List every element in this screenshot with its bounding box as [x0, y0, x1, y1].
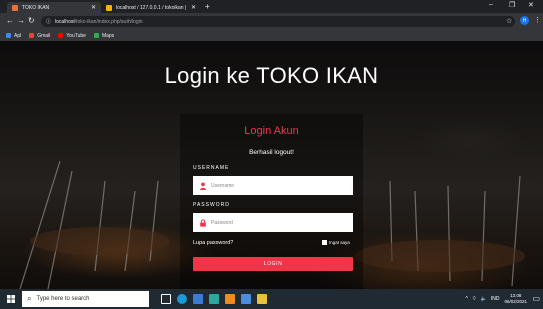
password-label: PASSWORD	[193, 202, 230, 208]
windows-taskbar: ⌕ Type here to search ^ ⌔ 🔈 IND 13.08 06…	[0, 289, 543, 309]
close-tab-icon[interactable]: ✕	[191, 4, 196, 11]
gmail-icon	[29, 33, 35, 38]
profile-avatar[interactable]: H	[520, 16, 529, 25]
logout-message: Berhasil logout!	[249, 149, 294, 156]
bookmark-star-icon[interactable]: ☆	[506, 17, 512, 25]
url-field[interactable]: ⓘ localhost /toko-ikan/index.php/auth/lo…	[41, 16, 515, 27]
url-path: /toko-ikan/index.php/auth/login	[74, 18, 143, 25]
bookmark-label: Maps	[101, 32, 115, 39]
tab-title: TOKO IKAN	[22, 4, 50, 11]
address-bar-row: ← → ↻ ⓘ localhost /toko-ikan/index.php/a…	[0, 13, 543, 30]
network-icon[interactable]: ⌔	[472, 296, 477, 302]
notification-icon[interactable]: ▭	[532, 294, 540, 303]
maximize-icon[interactable]: ❐	[509, 1, 515, 9]
clock[interactable]: 13.08 06/02/2021	[504, 293, 527, 305]
login-button[interactable]: LOGIN	[193, 257, 353, 271]
bookmark-youtube[interactable]: YouTube	[58, 33, 86, 39]
user-icon	[199, 182, 207, 190]
task-view-icon[interactable]	[161, 294, 171, 304]
lock-icon	[200, 218, 206, 227]
app-icon[interactable]	[209, 294, 219, 304]
url-host: localhost	[55, 18, 75, 25]
remember-me[interactable]: Ingat saya	[322, 240, 350, 245]
tab-phpmyadmin[interactable]: localhost / 127.0.0.1 / tokoikan | ... ✕	[101, 2, 201, 13]
username-label: USERNAME	[193, 165, 230, 171]
apps-grid-icon	[6, 33, 11, 38]
browser-tab-bar: TOKO IKAN ✕ localhost / 127.0.0.1 / toko…	[0, 0, 543, 13]
password-field[interactable]	[193, 213, 353, 232]
close-tab-icon[interactable]: ✕	[91, 4, 96, 11]
taskbar-search[interactable]: ⌕ Type here to search	[22, 291, 149, 307]
password-input[interactable]	[211, 219, 351, 226]
edge-icon[interactable]	[177, 294, 187, 304]
forgot-password-link[interactable]: Lupa password?	[193, 240, 233, 246]
new-tab-button[interactable]: +	[205, 2, 210, 11]
login-page: Login ke TOKO IKAN Login Akun Berhasil l…	[0, 41, 543, 289]
minimize-icon[interactable]: –	[489, 1, 493, 8]
back-icon[interactable]: ←	[6, 16, 14, 25]
file-explorer-icon[interactable]	[257, 294, 267, 304]
maps-icon	[93, 33, 99, 38]
volume-icon[interactable]: 🔈	[481, 296, 487, 302]
search-icon: ⌕	[27, 294, 32, 303]
tab-title: localhost / 127.0.0.1 / tokoikan | ...	[116, 4, 188, 11]
bookmark-label: Gmail	[37, 32, 51, 39]
show-hidden-icons-icon[interactable]: ^	[466, 296, 468, 302]
toko-ikan-favicon-icon	[12, 4, 18, 11]
bookmark-maps[interactable]: Maps	[93, 32, 115, 39]
bookmark-apps[interactable]: Apl	[6, 33, 21, 39]
store-icon[interactable]	[193, 294, 203, 304]
close-window-icon[interactable]: ✕	[528, 1, 534, 9]
system-tray: ^ ⌔ 🔈 IND 13.08 06/02/2021	[462, 293, 527, 305]
xampp-icon[interactable]	[225, 294, 235, 304]
browser-menu-icon[interactable]: ⋮	[534, 16, 541, 24]
reload-icon[interactable]: ↻	[28, 16, 35, 25]
bookmark-gmail[interactable]: Gmail	[29, 33, 50, 39]
chrome-icon[interactable]	[241, 294, 251, 304]
phpmyadmin-favicon-icon	[106, 4, 112, 11]
username-input[interactable]	[211, 182, 351, 189]
youtube-icon	[58, 33, 64, 38]
bookmarks-bar: Apl Gmail YouTube Maps	[0, 30, 543, 41]
username-field[interactable]	[193, 176, 353, 195]
bookmark-label: YouTube	[66, 32, 86, 39]
card-title: Login Akun	[244, 125, 299, 137]
search-placeholder: Type here to search	[36, 296, 90, 302]
remember-me-checkbox[interactable]	[322, 240, 327, 245]
page-title: Login ke TOKO IKAN	[164, 63, 379, 88]
tab-toko-ikan[interactable]: TOKO IKAN ✕	[7, 2, 101, 13]
site-info-icon[interactable]: ⓘ	[46, 18, 51, 25]
clock-date: 06/02/2021	[504, 299, 527, 304]
windows-logo-icon	[7, 295, 15, 303]
language-indicator[interactable]: IND	[491, 296, 500, 302]
remember-me-label: Ingat saya	[329, 240, 350, 245]
forward-icon[interactable]: →	[17, 16, 25, 25]
bookmark-label: Apl	[14, 32, 22, 39]
windows-start-button[interactable]	[0, 289, 22, 309]
